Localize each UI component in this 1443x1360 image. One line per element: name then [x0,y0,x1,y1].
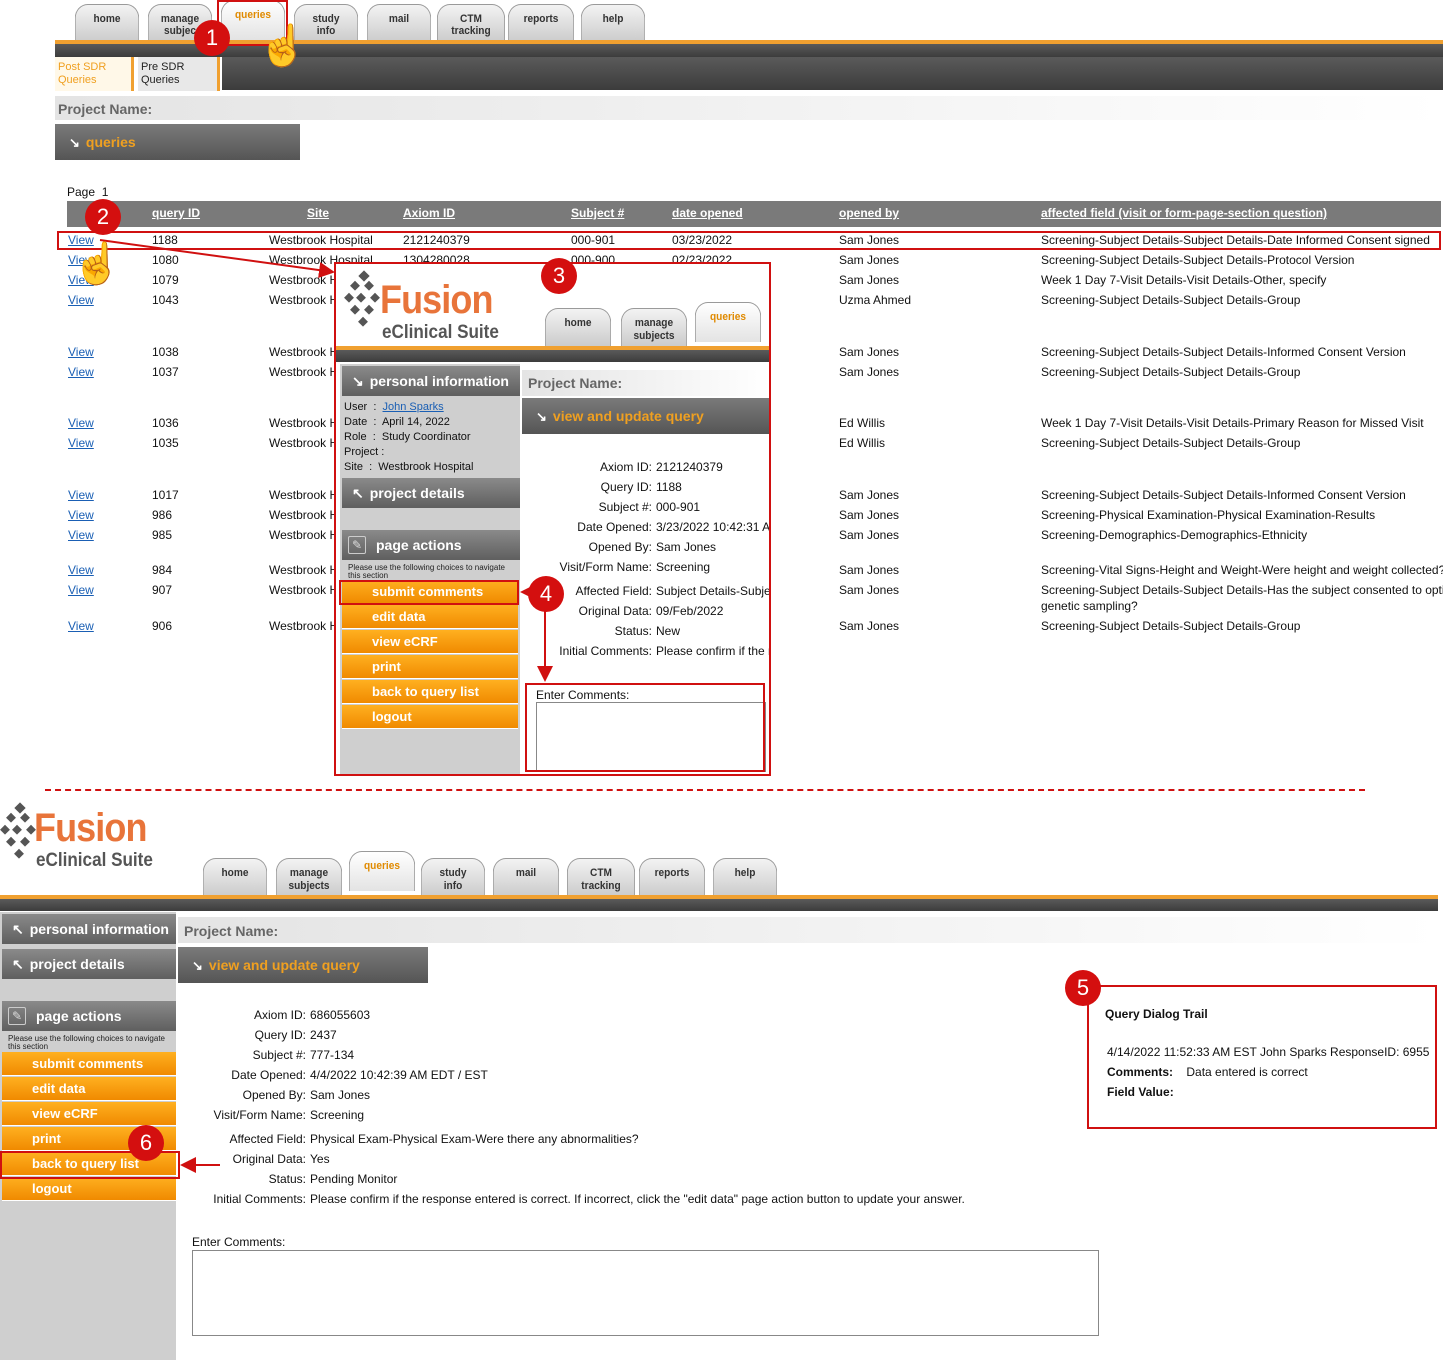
step-badge-6: 6 [128,1125,164,1161]
hand-cursor-icon: ☝ [257,23,309,69]
hand-cursor-icon: ☝ [71,241,123,287]
step-badge-3: 3 [541,258,577,294]
step-badge-2: 2 [85,199,121,235]
step-badge-1: 1 [194,20,230,56]
arrow-to-popup [99,239,335,279]
annotation-arrows [99,239,553,1173]
step-badge-5: 5 [1065,970,1101,1006]
step-badge-4: 4 [528,576,564,612]
